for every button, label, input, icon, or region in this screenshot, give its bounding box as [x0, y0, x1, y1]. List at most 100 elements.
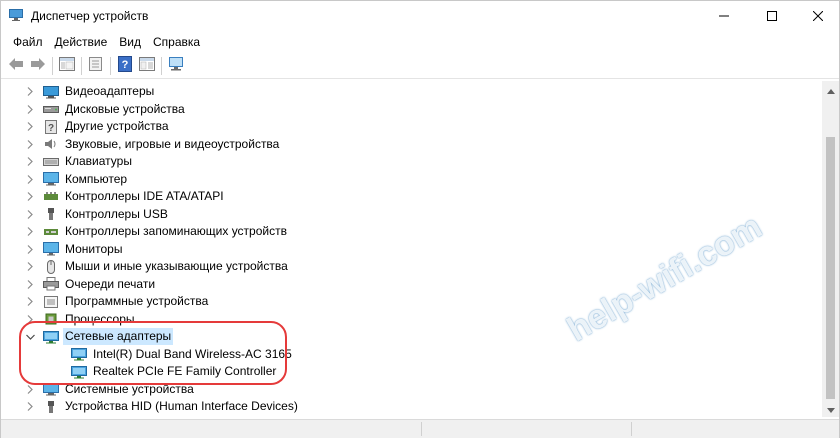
- view-panel-icon: [139, 57, 155, 74]
- back-button[interactable]: [5, 55, 27, 77]
- software-device-icon: [43, 295, 59, 309]
- tree-item-label: Системные устройства: [65, 381, 194, 396]
- device-category[interactable]: Клавиатуры: [9, 153, 134, 170]
- close-button[interactable]: [795, 1, 840, 31]
- device-manager-app-icon: [9, 9, 23, 21]
- chevron-right-icon[interactable]: [25, 293, 35, 310]
- properties-button[interactable]: [85, 55, 107, 77]
- svg-text:?: ?: [48, 123, 54, 134]
- device-category[interactable]: Мониторы: [9, 241, 124, 258]
- view-button[interactable]: [136, 55, 158, 77]
- menu-bar: Файл Действие Вид Справка: [1, 32, 839, 52]
- device-category[interactable]: ? Другие устройства: [9, 118, 171, 135]
- device-category[interactable]: Мыши и иные указывающие устройства: [9, 258, 290, 275]
- menu-action[interactable]: Действие: [49, 32, 114, 52]
- menu-help[interactable]: Справка: [147, 32, 206, 52]
- device-category[interactable]: Сетевые адаптеры: [9, 328, 174, 345]
- toolbar-separator: [110, 56, 111, 75]
- network-adapter-icon: [43, 330, 59, 344]
- chevron-right-icon[interactable]: [25, 188, 35, 205]
- tree-item-label: Устройства HID (Human Interface Devices): [65, 399, 298, 413]
- chevron-right-icon[interactable]: [25, 153, 35, 170]
- speaker-icon: [43, 137, 59, 151]
- device-category[interactable]: Очереди печати: [9, 276, 157, 293]
- chevron-right-icon[interactable]: [25, 101, 35, 118]
- back-arrow-icon: [8, 57, 24, 74]
- device-category[interactable]: Контроллеры IDE ATA/ATAPI: [9, 188, 226, 205]
- tree-item-label: Сетевые адаптеры: [63, 328, 174, 345]
- chevron-right-icon[interactable]: [25, 223, 35, 240]
- chevron-right-icon[interactable]: [25, 258, 35, 275]
- scroll-up-button[interactable]: [822, 81, 839, 98]
- tree-item-label: Программные устройства: [65, 294, 209, 308]
- keyboard-icon: [43, 155, 59, 169]
- device-category[interactable]: Контроллеры запоминающих устройств: [9, 223, 289, 240]
- storage-controller-icon: [43, 225, 59, 239]
- toolbar-separator: [161, 56, 162, 75]
- monitor-scan-icon: [168, 56, 184, 75]
- tree-item-label: Дисковые устройства: [65, 101, 185, 116]
- tree-item-label: Intel(R) Dual Band Wireless-AC 3165: [93, 346, 292, 361]
- device-category[interactable]: Дисковые устройства: [9, 101, 187, 118]
- chevron-down-icon: [826, 402, 835, 416]
- toolbar: ?: [1, 53, 839, 79]
- network-adapter-icon: [71, 347, 87, 361]
- menu-view[interactable]: Вид: [113, 32, 147, 52]
- vertical-scrollbar[interactable]: [822, 81, 839, 417]
- status-divider: [631, 422, 632, 436]
- tree-item-label: Контроллеры IDE ATA/ATAPI: [65, 189, 224, 203]
- chevron-right-icon[interactable]: [25, 118, 35, 135]
- device-category[interactable]: Видеоадаптеры: [9, 83, 156, 100]
- device-category[interactable]: Контроллеры USB: [9, 206, 170, 223]
- minimize-button[interactable]: [701, 1, 747, 31]
- hid-device-icon: [43, 400, 59, 414]
- tree-item-label: Контроллеры USB: [65, 206, 168, 221]
- device-category[interactable]: Системные устройства: [9, 381, 196, 398]
- scroll-thumb[interactable]: [826, 137, 835, 399]
- chevron-right-icon[interactable]: [25, 398, 35, 415]
- status-bar: [1, 419, 839, 438]
- scroll-down-button[interactable]: [822, 400, 839, 417]
- device-manager-window: Диспетчер устройств Файл Действие Вид Сп…: [0, 0, 840, 438]
- ide-controller-icon: [43, 190, 59, 204]
- chevron-right-icon[interactable]: [25, 206, 35, 223]
- system-device-icon: [43, 382, 59, 396]
- tree-item-label: Процессоры: [65, 311, 135, 326]
- display-adapter-icon: [43, 85, 59, 99]
- title-bar[interactable]: Диспетчер устройств: [1, 1, 839, 31]
- show-hide-console-tree-button[interactable]: [56, 55, 78, 77]
- chevron-right-icon[interactable]: [25, 311, 35, 328]
- device-category[interactable]: Процессоры: [9, 311, 137, 328]
- unknown-device-icon: ?: [43, 119, 59, 134]
- monitor-icon: [43, 242, 59, 256]
- update-driver-icon: [88, 57, 104, 74]
- device-node[interactable]: Realtek PCIe FE Family Controller: [9, 363, 278, 380]
- maximize-button[interactable]: [749, 1, 795, 31]
- chevron-right-icon[interactable]: [25, 381, 35, 398]
- computer-icon: [43, 172, 59, 186]
- chevron-right-icon[interactable]: [25, 83, 35, 100]
- scan-hardware-button[interactable]: [165, 55, 187, 77]
- device-category[interactable]: Компьютер: [9, 171, 129, 188]
- chevron-right-icon[interactable]: [25, 136, 35, 153]
- properties-panel-icon: [59, 57, 75, 74]
- device-node[interactable]: Intel(R) Dual Band Wireless-AC 3165: [9, 346, 294, 363]
- forward-button[interactable]: [27, 55, 49, 77]
- device-category[interactable]: Устройства HID (Human Interface Devices): [9, 398, 300, 415]
- usb-icon: [43, 207, 59, 221]
- chevron-right-icon[interactable]: [25, 276, 35, 293]
- printer-icon: [43, 277, 59, 291]
- tree-item-label: Звуковые, игровые и видеоустройства: [65, 136, 280, 151]
- device-category[interactable]: Звуковые, игровые и видеоустройства: [9, 136, 281, 153]
- chevron-right-icon[interactable]: [25, 171, 35, 188]
- help-icon: ?: [118, 56, 132, 75]
- toolbar-separator: [52, 56, 53, 75]
- chevron-down-icon[interactable]: [25, 328, 35, 345]
- help-button[interactable]: ?: [114, 55, 136, 77]
- chevron-right-icon[interactable]: [25, 241, 35, 258]
- tree-item-label: Мыши и иные указывающие устройства: [65, 259, 288, 273]
- forward-arrow-icon: [30, 57, 46, 74]
- device-category[interactable]: Программные устройства: [9, 293, 210, 310]
- tree-item-label: Мониторы: [65, 241, 123, 256]
- menu-file[interactable]: Файл: [7, 32, 49, 52]
